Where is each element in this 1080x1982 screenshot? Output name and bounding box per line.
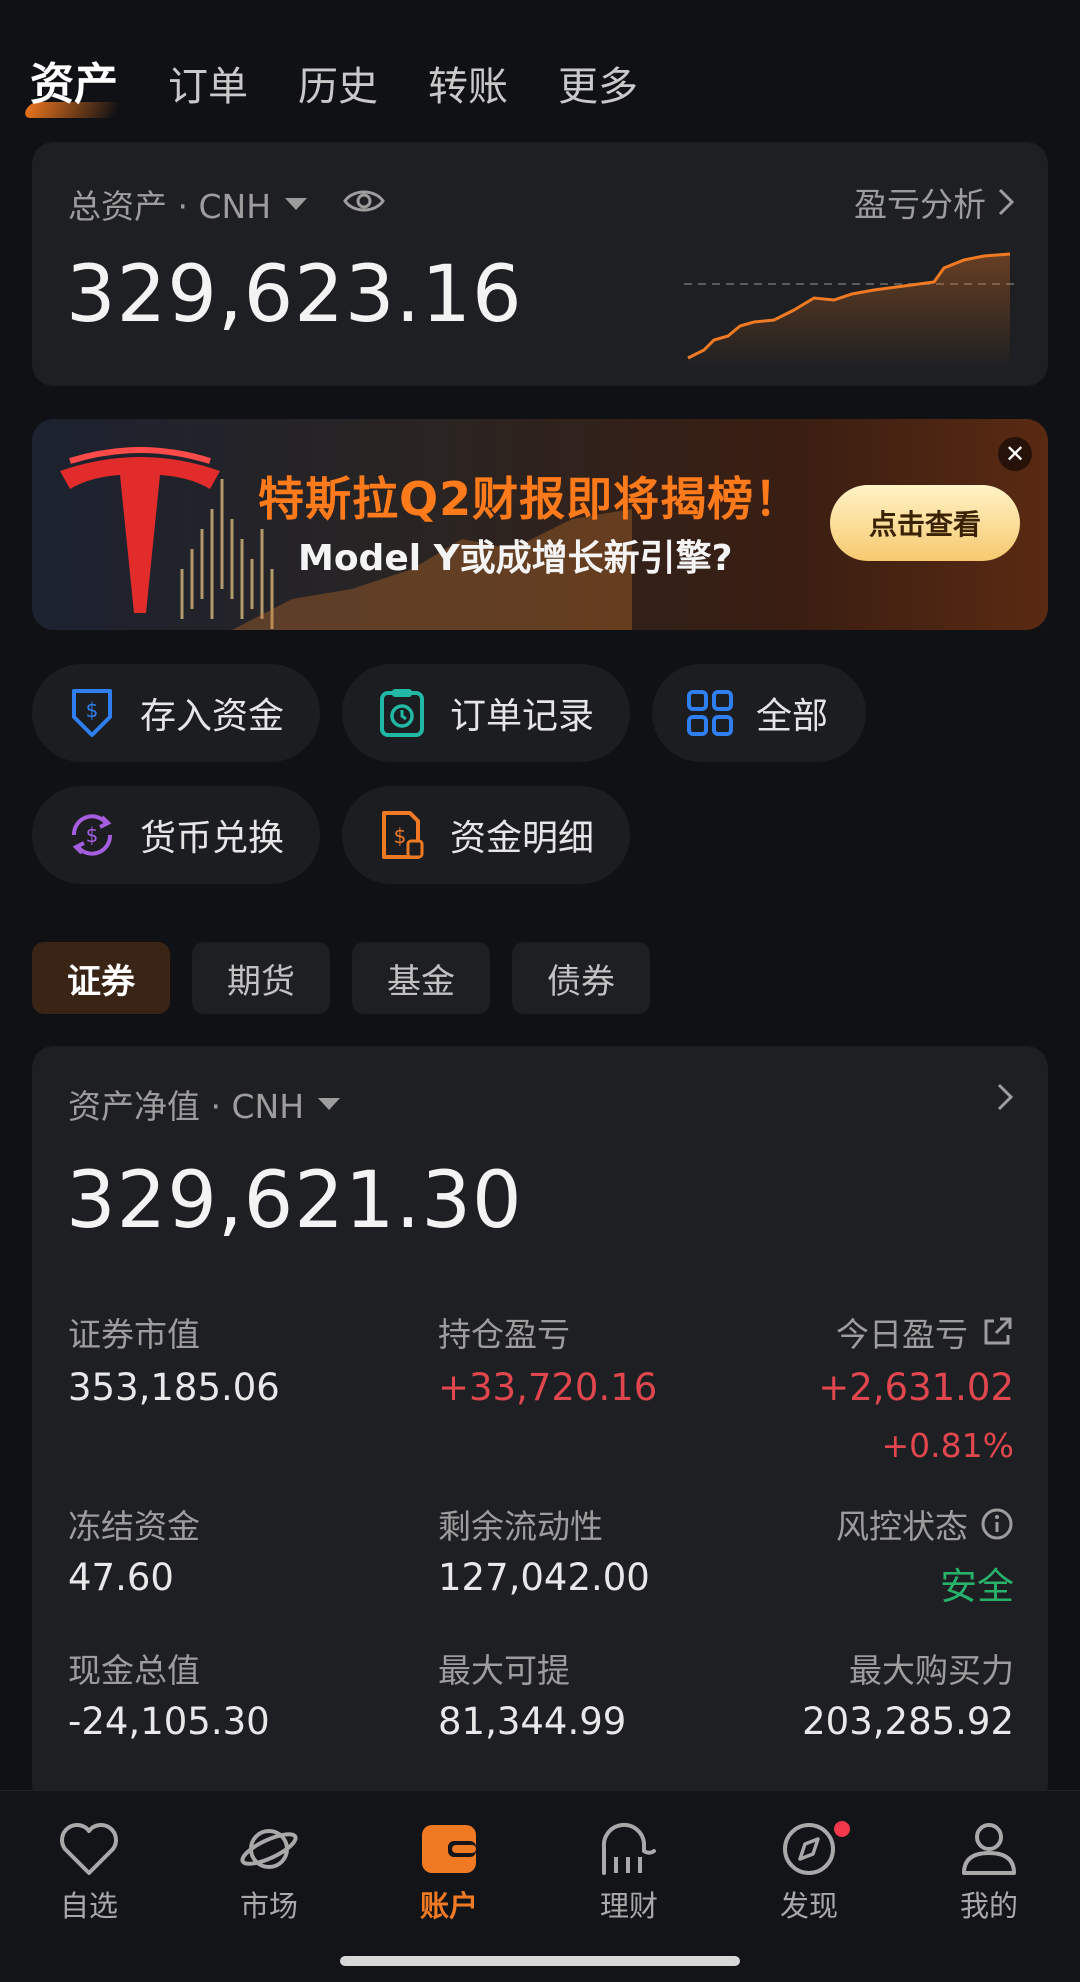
total-assets-value: 329,623.16 <box>66 250 523 340</box>
chevron-right-icon[interactable] <box>996 1082 1014 1112</box>
net-assets-card: 资产净值 · CNH 329,621.30 证券市值 353,185.06 持仓… <box>32 1046 1048 1806</box>
net-assets-header: 资产净值 · CNH <box>68 1080 341 1128</box>
fund-detail-label: 资金明细 <box>450 818 595 859</box>
svg-text:$: $ <box>394 824 407 848</box>
cash-total-value: -24,105.30 <box>68 1700 270 1743</box>
tab-history[interactable]: 历史 <box>298 54 378 112</box>
remaining-liquidity-label: 剩余流动性 <box>438 1507 603 1546</box>
nav-wealth[interactable]: 理财 <box>554 1821 704 1925</box>
risk-status-header: 风控状态 <box>836 1500 1014 1548</box>
today-pnl-header: 今日盈亏 <box>836 1308 1014 1356</box>
share-icon[interactable] <box>980 1315 1014 1349</box>
banner-subtitle: Model Y或成增长新引擎? <box>298 538 733 579</box>
close-icon[interactable]: ✕ <box>998 437 1032 471</box>
tab-transfer[interactable]: 转账 <box>428 54 508 112</box>
fund-detail-button[interactable]: $ 资金明细 <box>342 786 630 884</box>
today-pnl-value: +2,631.02 <box>818 1366 1014 1409</box>
wallet-icon <box>422 1825 476 1873</box>
nav-discover-label: 发现 <box>779 1889 838 1923</box>
info-icon[interactable] <box>980 1507 1014 1541</box>
tab-assets[interactable]: 资产 <box>30 48 118 112</box>
segment-securities[interactable]: 证券 <box>32 942 170 1014</box>
total-assets-label: 总资产 · CNH <box>68 187 272 226</box>
grid-icon <box>687 690 733 736</box>
max-withdraw-value: 81,344.99 <box>438 1700 627 1743</box>
nav-wealth-label: 理财 <box>599 1889 658 1923</box>
frozen-funds-value: 47.60 <box>68 1556 174 1599</box>
segment-bonds[interactable]: 债券 <box>512 942 650 1014</box>
net-assets-value: 329,621.30 <box>66 1156 523 1246</box>
deposit-funds-label: 存入资金 <box>140 696 285 737</box>
svg-text:$: $ <box>86 698 99 722</box>
today-pnl-label: 今日盈亏 <box>836 1315 968 1354</box>
nav-watchlist-label: 自选 <box>59 1889 118 1923</box>
segment-funds[interactable]: 基金 <box>352 942 490 1014</box>
max-buying-power-value: 203,285.92 <box>802 1700 1014 1743</box>
nav-watchlist[interactable]: 自选 <box>14 1821 164 1925</box>
elephant-icon <box>601 1822 656 1875</box>
tesla-logo <box>60 447 220 613</box>
pnl-analysis-link[interactable]: 盈亏分析 <box>854 178 1014 226</box>
banner-title: 特斯拉Q2财报即将揭榜！ <box>258 472 802 526</box>
currency-exchange-button[interactable]: $ 货币兑换 <box>32 786 320 884</box>
eye-icon[interactable] <box>343 185 385 224</box>
max-withdraw-label: 最大可提 <box>438 1651 570 1690</box>
nav-account[interactable]: 账户 <box>374 1821 524 1925</box>
order-record-label: 订单记录 <box>450 696 595 737</box>
cash-total-label: 现金总值 <box>68 1651 200 1690</box>
nav-profile-label: 我的 <box>959 1889 1018 1923</box>
tab-more[interactable]: 更多 <box>558 54 638 112</box>
currency-dropdown-icon[interactable] <box>285 198 308 210</box>
chevron-right-icon <box>998 188 1014 216</box>
currency-exchange-label: 货币兑换 <box>140 818 285 859</box>
currency-dropdown-icon[interactable] <box>318 1098 341 1110</box>
total-assets-card: 总资产 · CNH 329,623.16 盈亏分析 <box>32 142 1048 386</box>
svg-text:$: $ <box>86 823 99 847</box>
max-buying-power-label: 最大购买力 <box>849 1651 1014 1690</box>
order-record-button[interactable]: 订单记录 <box>342 664 630 762</box>
user-icon <box>962 1823 1016 1875</box>
all-functions-button[interactable]: 全部 <box>652 664 866 762</box>
currency-exchange-icon: $ <box>71 814 113 856</box>
net-assets-label: 资产净值 · CNH <box>68 1087 305 1126</box>
remaining-liquidity-value: 127,042.00 <box>438 1556 650 1599</box>
risk-status-label: 风控状态 <box>836 1507 968 1546</box>
nav-market-label: 市场 <box>239 1889 298 1923</box>
heart-icon <box>60 1823 118 1875</box>
banner-view-button[interactable]: 点击查看 <box>830 485 1020 561</box>
all-functions-label: 全部 <box>756 696 829 737</box>
position-pnl-label: 持仓盈亏 <box>438 1315 570 1354</box>
tab-orders[interactable]: 订单 <box>168 54 248 112</box>
total-assets-header: 总资产 · CNH <box>68 180 385 228</box>
deposit-icon: $ <box>72 689 112 737</box>
nav-market[interactable]: 市场 <box>194 1821 344 1925</box>
bottom-nav-bar: 自选 市场 账户 理财 发现 我的 <box>0 1790 1080 1982</box>
compass-icon <box>783 1823 835 1875</box>
planet-icon <box>240 1829 298 1869</box>
market-value-label: 证券市值 <box>68 1315 200 1354</box>
segment-futures[interactable]: 期货 <box>192 942 330 1014</box>
home-indicator[interactable] <box>340 1956 740 1966</box>
top-tab-bar: 资产 订单 历史 转账 更多 <box>30 48 638 112</box>
fund-detail-icon: $ <box>382 811 424 859</box>
risk-status-value: 安全 <box>940 1565 1014 1608</box>
order-record-icon <box>380 689 424 737</box>
asset-trend-sparkline[interactable] <box>684 238 1014 368</box>
position-pnl-value: +33,720.16 <box>438 1366 658 1409</box>
deposit-funds-button[interactable]: $ 存入资金 <box>32 664 320 762</box>
nav-account-label: 账户 <box>419 1889 478 1923</box>
nav-profile[interactable]: 我的 <box>914 1821 1064 1925</box>
market-value-value: 353,185.06 <box>68 1366 280 1409</box>
notification-dot <box>834 1821 850 1837</box>
promo-banner[interactable]: 特斯拉Q2财报即将揭榜！ Model Y或成增长新引擎? 点击查看 ✕ <box>32 419 1048 630</box>
frozen-funds-label: 冻结资金 <box>68 1507 200 1546</box>
today-pnl-percent: +0.81% <box>881 1426 1014 1465</box>
nav-discover[interactable]: 发现 <box>734 1821 884 1925</box>
pnl-analysis-label: 盈亏分析 <box>854 185 986 224</box>
